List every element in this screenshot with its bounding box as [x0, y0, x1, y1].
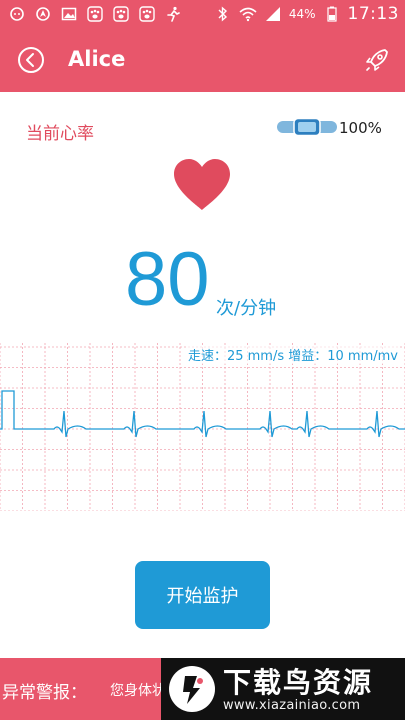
heart-rate-label: 当前心率: [26, 124, 94, 144]
device-battery-percent: 100%: [339, 119, 382, 137]
paw-icon: [138, 5, 156, 23]
heart-rate-unit: 次/分钟: [216, 298, 277, 319]
runner-icon: [164, 5, 182, 23]
notification-icons: [8, 5, 182, 23]
clock: 17:13: [347, 4, 399, 24]
nav-icon: [34, 5, 52, 23]
heart-rate-value: 80: [125, 237, 210, 322]
watermark-logo-icon: [169, 666, 215, 712]
battery-percent: 44%: [288, 7, 316, 21]
paw-icon: [112, 5, 130, 23]
back-circle-icon: [18, 47, 44, 73]
battery-icon: [323, 5, 341, 23]
ecg-graph: [0, 343, 405, 512]
watermark-title: 下载鸟资源: [223, 666, 374, 699]
watermark-url: www.xiazainiao.com: [223, 698, 361, 713]
system-status: 44% 17:13: [214, 4, 399, 24]
wifi-icon: [239, 5, 257, 23]
band-device-icon: [277, 117, 337, 137]
ecg-panel: 走速：25 mm/s 增益：10 mm/mv: [0, 343, 405, 512]
back-button[interactable]: [17, 46, 45, 74]
chat-icon: [8, 5, 26, 23]
signal-icon: [264, 5, 282, 23]
watermark: 下载鸟资源 www.xiazainiao.com: [161, 658, 405, 720]
alert-label: 异常警报：: [2, 683, 87, 703]
alert-text: 您身体状: [110, 683, 166, 699]
bluetooth-icon: [214, 5, 232, 23]
page-title: Alice: [68, 47, 126, 71]
share-button[interactable]: [363, 46, 391, 74]
heart-icon: [174, 159, 230, 210]
rocket-icon: [366, 49, 388, 71]
ecg-settings: 走速：25 mm/s 增益：10 mm/mv: [187, 345, 398, 364]
ecg-waveform: [0, 390, 405, 438]
paw-icon: [86, 5, 104, 23]
image-icon: [60, 5, 78, 23]
app-header: Alice: [0, 30, 405, 92]
status-bar: 44% 17:13: [0, 0, 405, 30]
start-monitoring-button[interactable]: 开始监护: [135, 561, 270, 629]
